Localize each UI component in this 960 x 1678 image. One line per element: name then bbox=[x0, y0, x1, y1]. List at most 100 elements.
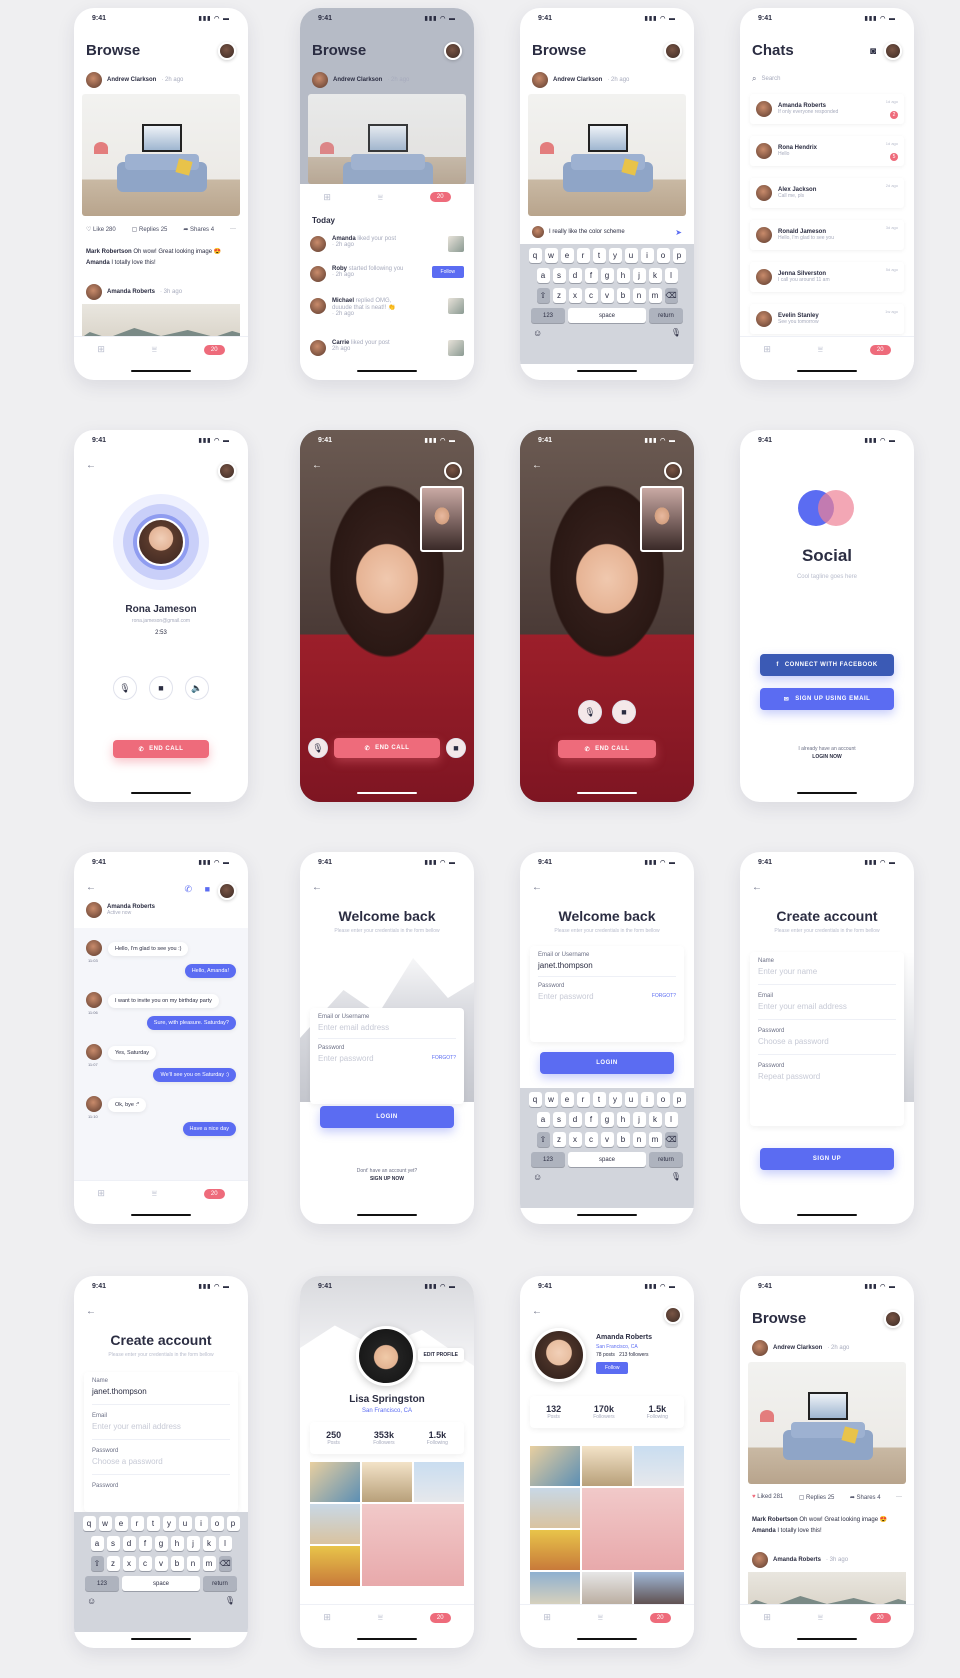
key[interactable]: h bbox=[616, 268, 630, 283]
notification-item[interactable]: Amanda liked your post · 2h ago bbox=[310, 236, 464, 252]
facebook-button[interactable]: f CONNECT WITH FACEBOOK bbox=[760, 654, 894, 676]
key[interactable]: b bbox=[616, 288, 630, 303]
key[interactable]: q bbox=[528, 248, 542, 263]
key[interactable]: p bbox=[672, 1092, 686, 1107]
key[interactable]: r bbox=[576, 1092, 590, 1107]
key[interactable]: v bbox=[600, 1132, 614, 1147]
author-avatar[interactable] bbox=[752, 1552, 768, 1568]
key[interactable]: o bbox=[656, 1092, 670, 1107]
chat-item[interactable]: Amanda Roberts If only everyone responded… bbox=[750, 94, 904, 124]
notification-item[interactable]: Michael replied OMG, duuude that is neat… bbox=[310, 298, 464, 317]
space-key[interactable]: space bbox=[568, 1152, 646, 1167]
key[interactable]: m bbox=[648, 1132, 662, 1147]
key[interactable]: y bbox=[608, 1092, 622, 1107]
key[interactable]: a bbox=[536, 268, 550, 283]
key[interactable]: h bbox=[616, 1112, 630, 1127]
return-key[interactable]: return bbox=[203, 1576, 237, 1591]
key[interactable]: i bbox=[640, 1092, 654, 1107]
avatar[interactable] bbox=[664, 462, 682, 480]
end-call-button[interactable]: ✆ END CALL bbox=[113, 740, 209, 758]
author-name[interactable]: Amanda Roberts bbox=[107, 289, 155, 295]
emoji-icon[interactable]: ☺ bbox=[87, 1596, 96, 1606]
key[interactable]: w bbox=[98, 1516, 112, 1531]
author-avatar[interactable] bbox=[312, 72, 328, 88]
key[interactable]: a bbox=[536, 1112, 550, 1127]
key[interactable]: j bbox=[632, 268, 646, 283]
key[interactable]: k bbox=[648, 1112, 662, 1127]
back-icon[interactable]: ← bbox=[86, 882, 96, 893]
notifications-badge[interactable]: 20 bbox=[869, 1612, 891, 1623]
key[interactable]: i bbox=[194, 1516, 208, 1531]
notification-item[interactable]: Carrie liked your post 2h ago bbox=[310, 340, 464, 356]
key[interactable]: o bbox=[656, 248, 670, 263]
space-key[interactable]: space bbox=[568, 308, 646, 323]
photo-tile[interactable] bbox=[582, 1488, 684, 1570]
key[interactable]: y bbox=[608, 248, 622, 263]
key[interactable]: c bbox=[584, 1132, 598, 1147]
email-field[interactable]: janet.thompson bbox=[538, 961, 676, 970]
photo-tile[interactable] bbox=[634, 1446, 684, 1486]
self-video[interactable] bbox=[420, 486, 464, 552]
key[interactable]: d bbox=[568, 1112, 582, 1127]
back-icon[interactable]: ← bbox=[532, 882, 542, 893]
emoji-icon[interactable]: ☺ bbox=[533, 328, 542, 338]
filter-icon[interactable]: ⩸ bbox=[818, 1612, 823, 1623]
key[interactable]: g bbox=[600, 1112, 614, 1127]
grid-icon[interactable]: ⊞ bbox=[763, 344, 771, 355]
grid-icon[interactable]: ⊞ bbox=[323, 192, 331, 203]
filter-icon[interactable]: ⩸ bbox=[598, 1612, 603, 1623]
back-icon[interactable]: ← bbox=[86, 1306, 96, 1317]
back-icon[interactable]: ← bbox=[752, 882, 762, 893]
photo-tile[interactable] bbox=[414, 1462, 464, 1502]
key[interactable]: o bbox=[210, 1516, 224, 1531]
notifications-badge[interactable]: 20 bbox=[203, 1188, 225, 1199]
key[interactable]: w bbox=[544, 1092, 558, 1107]
grid-icon[interactable]: ⊞ bbox=[97, 1188, 105, 1199]
avatar[interactable] bbox=[884, 42, 902, 60]
key[interactable]: u bbox=[624, 248, 638, 263]
grid-icon[interactable]: ⊞ bbox=[543, 1612, 551, 1623]
filter-icon[interactable]: ⩸ bbox=[378, 1612, 383, 1623]
author-name[interactable]: Andrew Clarkson bbox=[333, 77, 382, 83]
password-field[interactable]: Choose a password bbox=[758, 1037, 896, 1046]
avatar[interactable] bbox=[218, 462, 236, 480]
comment-author[interactable]: Amanda bbox=[752, 1528, 776, 1534]
key[interactable]: l bbox=[664, 268, 678, 283]
key[interactable]: t bbox=[592, 1092, 606, 1107]
key[interactable]: g bbox=[600, 268, 614, 283]
key[interactable]: f bbox=[584, 268, 598, 283]
avatar[interactable] bbox=[218, 882, 236, 900]
notifications-badge[interactable]: 20 bbox=[429, 1612, 451, 1623]
back-icon[interactable]: ← bbox=[532, 460, 542, 471]
share-button[interactable]: ➦ Shares 4 bbox=[183, 226, 214, 233]
filter-icon[interactable]: ⩸ bbox=[152, 344, 157, 355]
password-field[interactable]: Enter password bbox=[318, 1054, 374, 1063]
signup-link[interactable]: SIGN UP NOW bbox=[300, 1176, 474, 1182]
photo-tile[interactable] bbox=[362, 1462, 412, 1502]
forgot-link[interactable]: FORGOT? bbox=[432, 1055, 456, 1063]
key[interactable]: u bbox=[624, 1092, 638, 1107]
key[interactable]: x bbox=[122, 1556, 136, 1571]
login-button[interactable]: LOGIN bbox=[320, 1106, 454, 1128]
key[interactable]: l bbox=[664, 1112, 678, 1127]
numbers-key[interactable]: 123 bbox=[531, 308, 565, 323]
photo-tile[interactable] bbox=[310, 1462, 360, 1502]
author-avatar[interactable] bbox=[86, 72, 102, 88]
search-input[interactable]: Search bbox=[761, 76, 780, 82]
video-button[interactable]: ■ bbox=[149, 676, 173, 700]
video-button[interactable]: ■ bbox=[612, 700, 636, 724]
key[interactable]: s bbox=[106, 1536, 120, 1551]
photo-tile[interactable] bbox=[530, 1488, 580, 1528]
send-icon[interactable]: ➤ bbox=[675, 228, 682, 237]
notifications-badge[interactable]: 20 bbox=[429, 192, 451, 202]
mute-button[interactable]: 🎙 bbox=[578, 700, 602, 724]
author-name[interactable]: Andrew Clarkson bbox=[773, 1345, 822, 1351]
delete-key[interactable]: ⌫ bbox=[664, 1132, 678, 1147]
name-field[interactable]: janet.thompson bbox=[92, 1387, 230, 1396]
key[interactable]: d bbox=[122, 1536, 136, 1551]
email-field[interactable]: Enter your email address bbox=[92, 1422, 230, 1431]
key[interactable]: c bbox=[138, 1556, 152, 1571]
key[interactable]: t bbox=[146, 1516, 160, 1531]
share-button[interactable]: ➦ Shares 4 bbox=[850, 1494, 881, 1501]
grid-icon[interactable]: ⊞ bbox=[97, 344, 105, 355]
